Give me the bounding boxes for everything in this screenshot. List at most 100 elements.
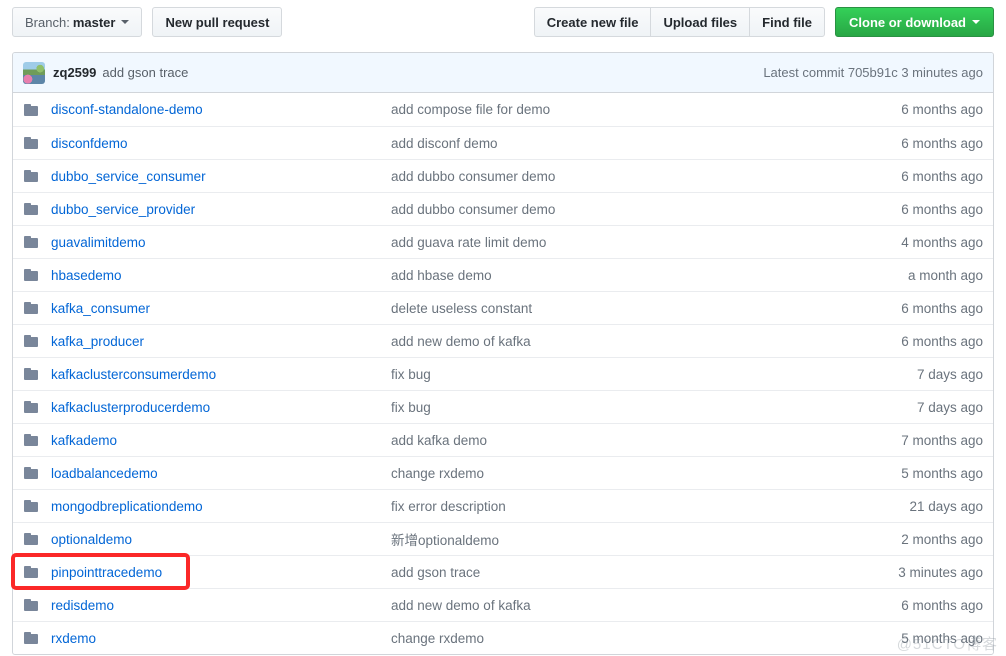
new-pull-request-button[interactable]: New pull request	[152, 7, 283, 37]
table-row[interactable]: disconfdemo add disconf demo 6 months ago	[13, 126, 993, 159]
folder-icon	[24, 401, 38, 413]
file-name-cell: loadbalancedemo	[51, 466, 391, 481]
commit-message-cell[interactable]: 新增optionaldemo	[391, 529, 853, 549]
file-name-cell: hbasedemo	[51, 268, 391, 283]
commit-message-cell[interactable]: add guava rate limit demo	[391, 235, 853, 250]
file-name-link[interactable]: hbasedemo	[51, 268, 122, 283]
clone-or-download-label: Clone or download	[849, 14, 966, 30]
file-name-cell: kafka_consumer	[51, 301, 391, 316]
file-name-cell: guavalimitdemo	[51, 235, 391, 250]
table-row[interactable]: kafkaclusterproducerdemo fix bug 7 days ag…	[13, 390, 993, 423]
folder-icon	[24, 335, 38, 347]
table-row[interactable]: mongodbreplicationdemo fix error descript…	[13, 489, 993, 522]
folder-icon-cell	[23, 630, 51, 646]
table-row[interactable]: disconf-standalone-demo add compose file …	[13, 93, 993, 126]
file-name-link[interactable]: dubbo_service_consumer	[51, 169, 206, 184]
folder-icon-cell	[23, 432, 51, 448]
folder-icon	[24, 170, 38, 182]
commit-age-cell: 7 days ago	[916, 399, 983, 415]
file-name-link[interactable]: kafka_consumer	[51, 301, 150, 316]
commit-message-cell[interactable]: fix bug	[391, 367, 853, 382]
github-repo-file-browser: Branch: master New pull request Create n…	[0, 0, 1006, 656]
folder-icon	[24, 302, 38, 314]
commit-message-cell[interactable]: add dubbo consumer demo	[391, 202, 853, 217]
file-name-link[interactable]: optionaldemo	[51, 532, 132, 547]
commit-message-cell[interactable]: add gson trace	[391, 565, 853, 580]
commit-age-cell: 4 months ago	[901, 234, 983, 250]
table-row[interactable]: kafkademo add kafka demo 7 months ago	[13, 423, 993, 456]
file-name-link[interactable]: kafkademo	[51, 433, 117, 448]
table-row[interactable]: kafkaclusterconsumerdemo fix bug 7 days ag…	[13, 357, 993, 390]
commit-age-cell: 2 months ago	[901, 531, 983, 547]
table-row[interactable]: kafka_consumer delete useless constant 6 m…	[13, 291, 993, 324]
commit-message-cell[interactable]: change rxdemo	[391, 631, 853, 646]
commit-message-cell[interactable]: add new demo of kafka	[391, 598, 853, 613]
commit-message-cell[interactable]: delete useless constant	[391, 301, 853, 316]
file-name-link[interactable]: redisdemo	[51, 598, 114, 613]
file-name-cell: dubbo_service_consumer	[51, 169, 391, 184]
commit-age-cell: 21 days ago	[909, 498, 983, 514]
file-name-link[interactable]: dubbo_service_provider	[51, 202, 195, 217]
commit-age-cell: 6 months ago	[901, 333, 983, 349]
folder-icon-cell	[23, 399, 51, 415]
commit-message-cell[interactable]: change rxdemo	[391, 466, 853, 481]
commit-author-link[interactable]: zq2599	[53, 65, 96, 80]
file-name-cell: disconf-standalone-demo	[51, 102, 391, 117]
folder-icon	[24, 269, 38, 281]
folder-icon-cell	[23, 564, 51, 580]
folder-icon-cell	[23, 498, 51, 514]
file-name-cell: rxdemo	[51, 631, 391, 646]
file-name-cell: pinpointtracedemo	[51, 565, 391, 580]
commit-age-cell: 7 days ago	[916, 366, 983, 382]
file-name-link[interactable]: kafkaclusterconsumerdemo	[51, 367, 216, 382]
branch-selector-button[interactable]: Branch: master	[12, 7, 143, 37]
table-row[interactable]: dubbo_service_consumer add dubbo consumer…	[13, 159, 993, 192]
commit-message-cell[interactable]: fix bug	[391, 400, 853, 415]
folder-icon-cell	[23, 300, 51, 316]
file-name-link[interactable]: disconfdemo	[51, 136, 128, 151]
file-name-cell: redisdemo	[51, 598, 391, 613]
file-name-link[interactable]: kafkaclusterproducerdemo	[51, 400, 210, 415]
file-name-cell: optionaldemo	[51, 532, 391, 547]
table-row[interactable]: guavalimitdemo add guava rate limit demo 4…	[13, 225, 993, 258]
folder-icon	[24, 533, 38, 545]
commit-message-cell[interactable]: fix error description	[391, 499, 853, 514]
commit-age-cell: 6 months ago	[901, 597, 983, 613]
commit-message-link[interactable]: add gson trace	[102, 65, 188, 80]
create-new-file-button[interactable]: Create new file	[533, 7, 651, 37]
file-name-link[interactable]: kafka_producer	[51, 334, 144, 349]
folder-icon-cell	[23, 201, 51, 217]
table-row[interactable]: optionaldemo 新增optionaldemo 2 months ago	[13, 522, 993, 555]
folder-icon-cell	[23, 366, 51, 382]
table-row[interactable]: redisdemo add new demo of kafka 6 months a…	[13, 588, 993, 621]
commit-message-cell[interactable]: add hbase demo	[391, 268, 853, 283]
file-name-link[interactable]: rxdemo	[51, 631, 96, 646]
commit-message-cell[interactable]: add disconf demo	[391, 136, 853, 151]
table-row[interactable]: rxdemo change rxdemo 5 months ago	[13, 621, 993, 654]
table-row[interactable]: dubbo_service_provider add dubbo consumer…	[13, 192, 993, 225]
table-row[interactable]: pinpointtracedemo add gson trace 3 minutes…	[13, 555, 993, 588]
table-row[interactable]: loadbalancedemo change rxdemo 5 months ago	[13, 456, 993, 489]
find-file-button[interactable]: Find file	[749, 7, 825, 37]
commit-message-cell[interactable]: add compose file for demo	[391, 102, 853, 117]
file-name-link[interactable]: disconf-standalone-demo	[51, 102, 203, 117]
file-name-link[interactable]: guavalimitdemo	[51, 235, 146, 250]
commit-age-cell: 7 months ago	[901, 432, 983, 448]
file-name-link[interactable]: mongodbreplicationdemo	[51, 499, 203, 514]
commit-message-cell[interactable]: add new demo of kafka	[391, 334, 853, 349]
table-row[interactable]: hbasedemo add hbase demo a month ago	[13, 258, 993, 291]
latest-commit-meta[interactable]: Latest commit 705b91c 3 minutes ago	[763, 65, 983, 80]
file-listing-box: zq2599 add gson trace Latest commit 705b…	[12, 52, 994, 655]
upload-files-button[interactable]: Upload files	[650, 7, 750, 37]
chevron-down-icon	[121, 20, 130, 24]
file-name-cell: kafkaclusterconsumerdemo	[51, 367, 391, 382]
file-name-link[interactable]: pinpointtracedemo	[51, 565, 162, 580]
table-row[interactable]: kafka_producer add new demo of kafka 6 mon…	[13, 324, 993, 357]
folder-icon	[24, 137, 38, 149]
commit-message-cell[interactable]: add dubbo consumer demo	[391, 169, 853, 184]
folder-icon	[24, 599, 38, 611]
clone-or-download-button[interactable]: Clone or download	[835, 7, 994, 37]
commit-message-cell[interactable]: add kafka demo	[391, 433, 853, 448]
commit-age-cell: a month ago	[907, 267, 983, 283]
file-name-link[interactable]: loadbalancedemo	[51, 466, 158, 481]
